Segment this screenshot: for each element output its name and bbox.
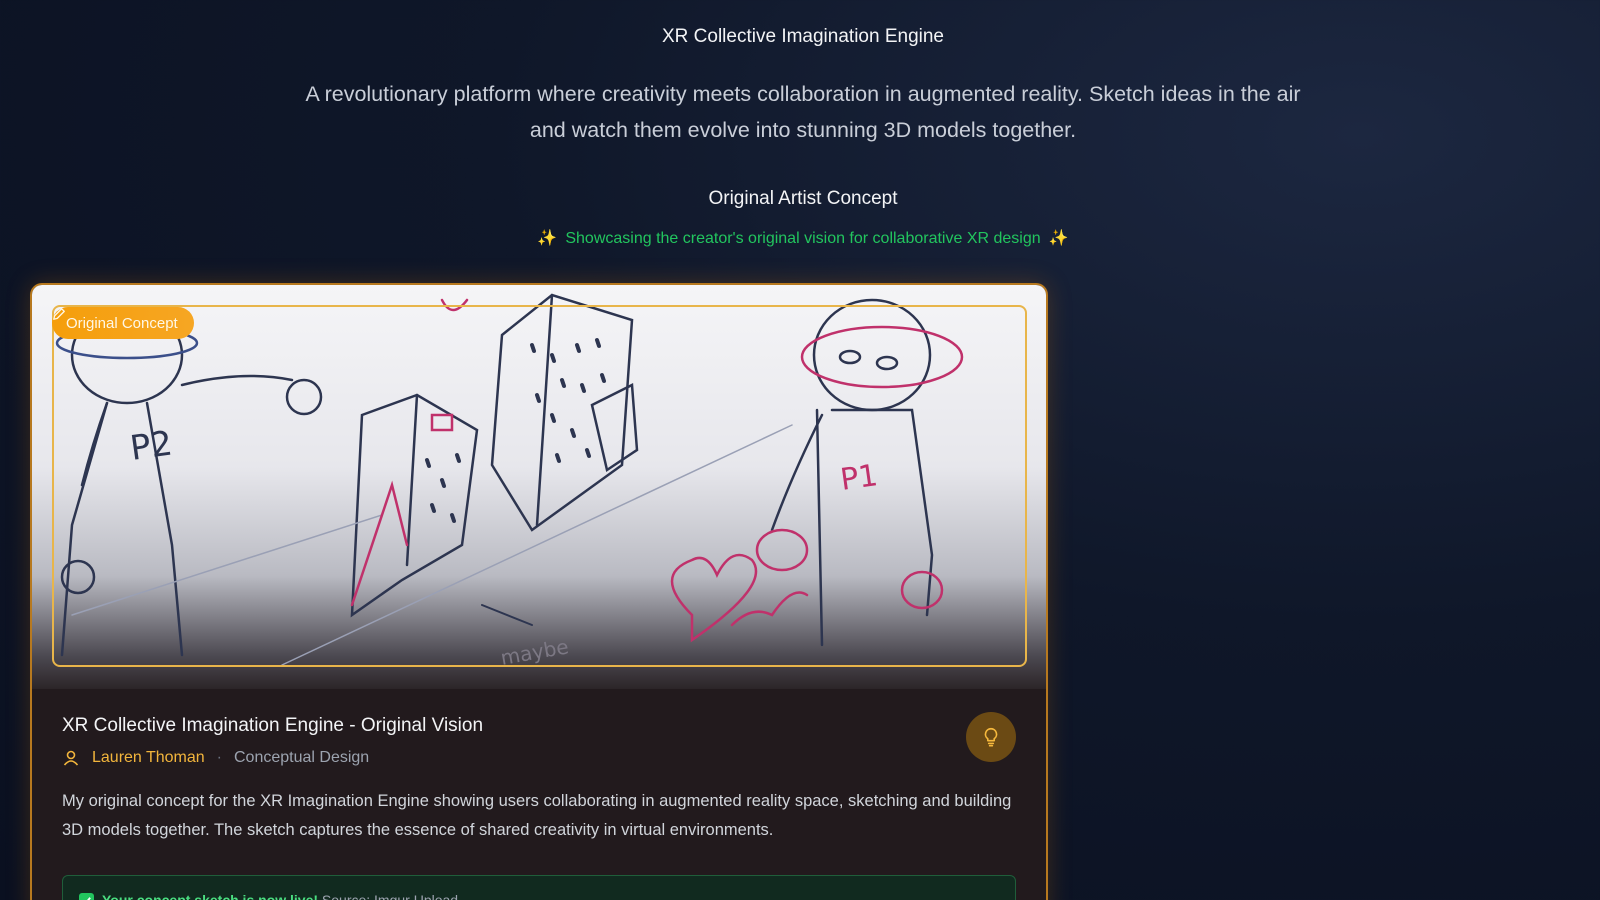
author-link[interactable]: Lauren Thoman <box>92 749 205 767</box>
meta-separator: · <box>216 749 222 766</box>
sparkle-icon: ✨ <box>1048 230 1069 247</box>
card-title: XR Collective Imagination Engine - Origi… <box>62 715 484 736</box>
page-description: A revolutionary platform where creativit… <box>305 82 1301 142</box>
category-label: Conceptual Design <box>234 749 370 766</box>
badge-label: Original Concept <box>66 314 178 332</box>
sketch-frame <box>52 305 1027 667</box>
idea-button[interactable] <box>966 712 1016 762</box>
section-title: Original Artist Concept <box>708 188 898 209</box>
section-subtitle-text: Showcasing the creator's original vision… <box>565 230 1041 247</box>
card-description: My original concept for the XR Imaginati… <box>62 792 1012 839</box>
check-icon <box>79 893 94 900</box>
lightbulb-icon <box>984 727 998 747</box>
card-info: XR Collective Imagination Engine - Origi… <box>32 689 1046 900</box>
concept-card: P2 P1 maybe Original Concept XR Collecti… <box>30 283 1048 900</box>
concept-sketch-image[interactable]: P2 P1 maybe Original Concept <box>32 285 1046 689</box>
page-title: XR Collective Imagination Engine <box>662 26 944 47</box>
card-meta: Lauren Thoman · Conceptual Design <box>62 749 369 767</box>
user-icon <box>63 750 79 766</box>
notice-message: Your concept sketch is now live! <box>102 892 319 900</box>
section-subtitle: ✨ Showcasing the creator's original visio… <box>0 228 1600 248</box>
sparkle-icon: ✨ <box>537 230 558 247</box>
pencil-icon <box>53 308 65 320</box>
success-notice: Your concept sketch is now live! Source:… <box>62 875 1016 900</box>
original-concept-badge: Original Concept <box>52 307 194 339</box>
notice-source: Source: Imgur Upload <box>321 892 459 900</box>
